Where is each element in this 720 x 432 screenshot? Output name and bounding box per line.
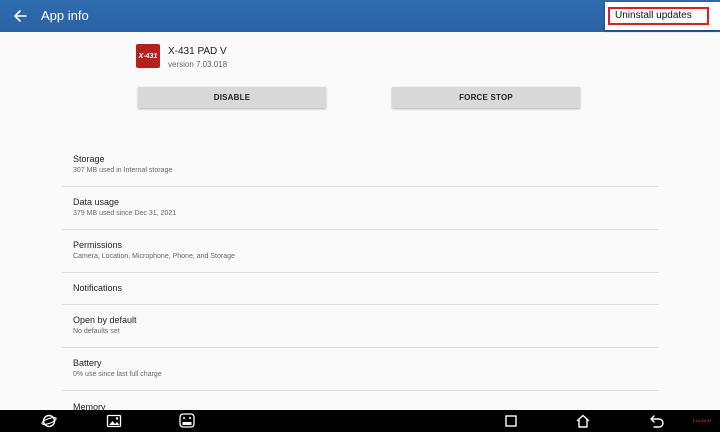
vci-icon: [179, 413, 195, 428]
vci-button[interactable]: [176, 413, 198, 429]
recents-icon: [505, 415, 517, 427]
storage-row[interactable]: Storage 307 MB used in Internal storage: [62, 145, 659, 187]
gallery-icon: [106, 414, 122, 428]
recents-button[interactable]: [502, 413, 520, 429]
arrow-left-icon: [14, 10, 27, 22]
battery-row[interactable]: Battery 0% use since last full charge: [62, 348, 659, 391]
back-button[interactable]: [9, 5, 31, 27]
brand-logo: LAUNCH: [693, 418, 712, 423]
back-nav-button[interactable]: [648, 413, 666, 429]
open-by-default-summary: No defaults set: [73, 328, 120, 335]
battery-label: Battery: [73, 358, 102, 368]
home-icon: [576, 414, 590, 428]
open-by-default-row[interactable]: Open by default No defaults set: [62, 305, 659, 348]
disable-button[interactable]: DISABLE: [138, 87, 326, 108]
app-logo: X-431: [136, 44, 160, 68]
app-version: version 7.03.018: [168, 60, 228, 69]
browser-icon: [41, 414, 57, 428]
data-usage-row[interactable]: Data usage 379 MB used since Dec 31, 202…: [62, 187, 659, 230]
back-nav-icon: [650, 415, 664, 428]
app-info-screen: App info Uninstall updates X-431 X-431 P…: [0, 0, 720, 432]
top-app-bar: App info Uninstall updates: [0, 0, 720, 32]
force-stop-button[interactable]: FORCE STOP: [392, 87, 580, 108]
browser-button[interactable]: [40, 413, 58, 429]
storage-summary: 307 MB used in Internal storage: [73, 167, 173, 174]
app-name: X-431 PAD V: [168, 46, 227, 57]
permissions-label: Permissions: [73, 240, 123, 250]
data-usage-summary: 379 MB used since Dec 31, 2021: [73, 210, 177, 217]
permissions-row[interactable]: Permissions Camera, Location, Microphone…: [62, 230, 659, 273]
battery-summary: 0% use since last full charge: [73, 371, 162, 378]
app-logo-text: X-431: [138, 52, 158, 60]
data-usage-label: Data usage: [73, 197, 120, 207]
permissions-summary: Camera, Location, Microphone, Phone, and…: [73, 253, 235, 260]
settings-list: Storage 307 MB used in Internal storage …: [62, 145, 659, 417]
open-by-default-label: Open by default: [73, 315, 137, 325]
overflow-menu-popup: Uninstall updates: [605, 2, 720, 30]
gallery-button[interactable]: [105, 413, 123, 429]
system-navigation-bar: LAUNCH: [0, 410, 720, 432]
notifications-label: Notifications: [73, 283, 123, 293]
storage-label: Storage: [73, 154, 105, 164]
page-title: App info: [41, 8, 89, 23]
uninstall-updates-menu-item[interactable]: Uninstall updates: [608, 7, 709, 25]
home-button[interactable]: [574, 413, 592, 429]
notifications-row[interactable]: Notifications: [62, 273, 659, 305]
app-header: X-431 X-431 PAD V version 7.03.018: [136, 44, 336, 74]
